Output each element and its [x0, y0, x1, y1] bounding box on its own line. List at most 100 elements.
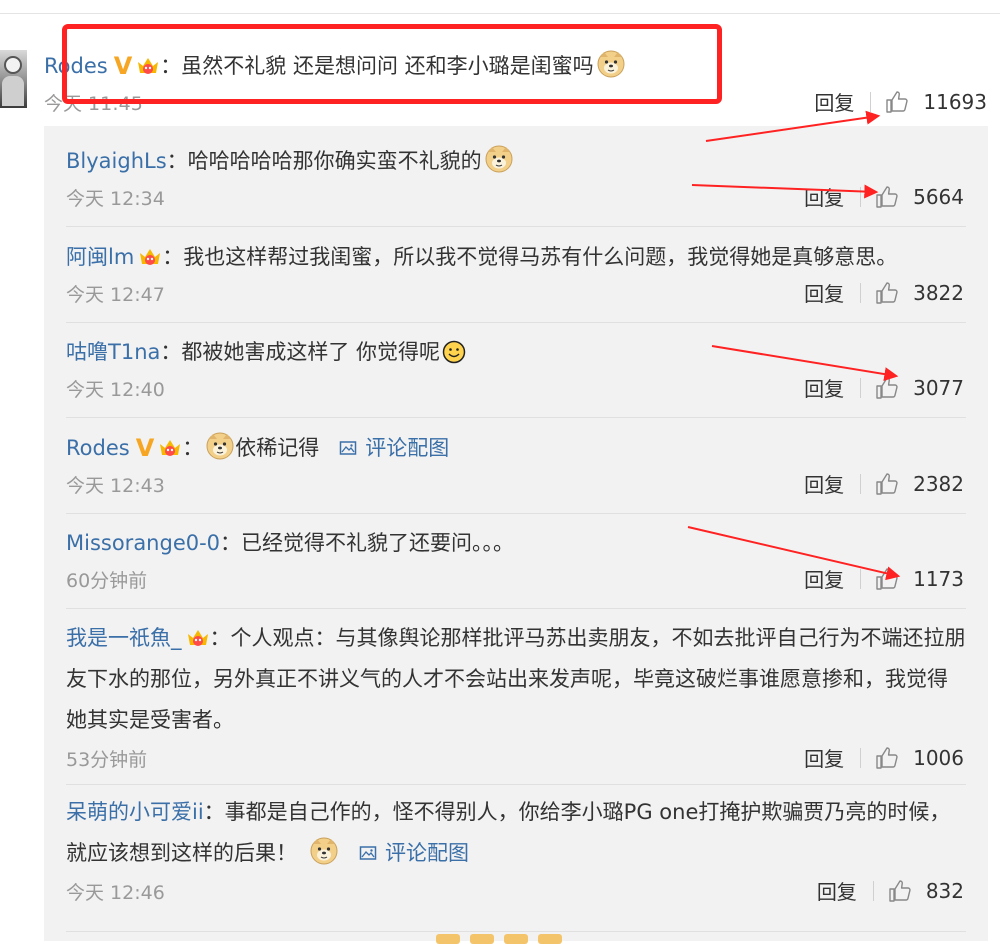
- action-divider: [860, 568, 862, 589]
- action-divider: [860, 747, 862, 768]
- comment-line: 咕噜T1na：都被她害成这样了 你觉得呢: [66, 333, 966, 371]
- timestamp: 今天 12:40: [66, 379, 165, 401]
- comment-text: ：都被她害成这样了 你觉得呢: [160, 340, 441, 364]
- comment-actions: 回复 1173: [804, 564, 964, 593]
- comment-text: ：: [182, 436, 204, 460]
- comment-actions: 回复 2382: [804, 469, 964, 498]
- thumbs-up-icon[interactable]: [875, 472, 899, 496]
- comment-meta: 今天 12:46 回复 832: [66, 874, 966, 910]
- comment-actions: 回复 3822: [804, 278, 964, 307]
- highlight-box-annotation: [62, 24, 722, 104]
- reply-divider: [66, 931, 966, 932]
- like-count: 2382: [913, 471, 964, 496]
- avatar[interactable]: [0, 50, 27, 108]
- comment-actions: 回复 1006: [804, 743, 964, 772]
- crown-icon: [158, 435, 182, 459]
- crown-icon: [186, 625, 210, 649]
- thumbs-up-icon[interactable]: [875, 746, 899, 770]
- like-count: 3822: [913, 280, 964, 305]
- top-divider: [0, 13, 1000, 14]
- action-divider: [860, 473, 862, 494]
- comment-meta: 今天 12:47 回复 3822: [66, 276, 966, 312]
- comment-line: 我是一祇魚_ ：个人观点：与其像舆论那样批评马苏出卖朋友，不如去批评自己行为不端还…: [66, 618, 966, 741]
- reply-item: BlyaighLs：哈哈哈哈哈那你确实蛮不礼貌的 今天 12:34 回复 566…: [66, 142, 966, 216]
- reply-divider: [66, 784, 966, 785]
- timestamp: 60分钟前: [66, 570, 148, 592]
- reply-button[interactable]: 回复: [804, 743, 844, 772]
- thumbs-up-icon[interactable]: [885, 90, 909, 114]
- like-count: 3077: [913, 375, 964, 400]
- comment-actions: 回复 5664: [804, 182, 964, 211]
- action-divider: [870, 91, 872, 112]
- username-link[interactable]: Rodes: [66, 436, 130, 460]
- comment-line: 阿闽lm ：我也这样帮过我闺蜜，所以我不觉得马苏有什么问题，我觉得她是真够意思。: [66, 238, 966, 276]
- emoji-row-partial: [436, 934, 562, 944]
- reply-divider: [66, 417, 966, 418]
- reply-button[interactable]: 回复: [814, 87, 854, 116]
- username-link[interactable]: 呆萌的小可爱ii: [66, 800, 204, 824]
- reply-button[interactable]: 回复: [804, 182, 844, 211]
- reply-button[interactable]: 回复: [804, 564, 844, 593]
- comment-meta: 60分钟前 回复 1173: [66, 562, 966, 598]
- reply-button[interactable]: 回复: [817, 876, 857, 905]
- comment-image-link[interactable]: 评论配图: [359, 841, 469, 865]
- like-count: 1006: [913, 745, 964, 770]
- reply-button[interactable]: 回复: [804, 373, 844, 402]
- comment-image-link[interactable]: 评论配图: [339, 436, 449, 460]
- comment-text: ：我也这样帮过我闺蜜，所以我不觉得马苏有什么问题，我觉得她是真够意思。: [162, 245, 898, 269]
- comment-text: ：已经觉得不礼貌了还要问。。。: [220, 531, 515, 555]
- action-divider: [860, 377, 862, 398]
- comment-line: Missorange0-0：已经觉得不礼貌了还要问。。。: [66, 524, 966, 562]
- reply-divider: [66, 322, 966, 323]
- timestamp: 今天 12:43: [66, 475, 165, 497]
- avatar-body: [2, 76, 24, 106]
- comment-text-after: 依稀记得: [235, 436, 320, 460]
- reply-item: 阿闽lm ：我也这样帮过我闺蜜，所以我不觉得马苏有什么问题，我觉得她是真够意思。 …: [66, 238, 966, 312]
- reply-item: 我是一祇魚_ ：个人观点：与其像舆论那样批评马苏出卖朋友，不如去批评自己行为不端还…: [66, 618, 966, 777]
- action-divider: [860, 186, 862, 207]
- comment-image-label: 评论配图: [365, 436, 450, 460]
- timestamp: 今天 12:47: [66, 284, 165, 306]
- username-link[interactable]: 阿闽lm: [66, 245, 134, 269]
- action-divider: [860, 282, 862, 303]
- thumbs-up-icon[interactable]: [888, 879, 912, 903]
- comment-actions: 回复 832: [817, 876, 964, 905]
- doge-emoji-icon: [484, 144, 514, 174]
- comment-text: ：哈哈哈哈哈那你确实蛮不礼貌的: [166, 149, 482, 173]
- doge-emoji-icon: [309, 836, 339, 866]
- picture-icon: [359, 844, 377, 862]
- doge-emoji-icon: [205, 431, 235, 461]
- like-count: 1173: [913, 566, 964, 591]
- thumbs-up-icon[interactable]: [875, 567, 899, 591]
- username-link[interactable]: 我是一祇魚_: [66, 626, 182, 650]
- comment-meta: 今天 12:43 回复 2382: [66, 467, 966, 503]
- timestamp: 53分钟前: [66, 749, 148, 771]
- reply-item: 呆萌的小可爱ii：事都是自己作的，怪不得别人，你给李小璐PG one打掩护欺骗贾…: [66, 792, 966, 910]
- reply-item: 咕噜T1na：都被她害成这样了 你觉得呢 今天 12:40 回复 3077: [66, 333, 966, 407]
- username-link[interactable]: BlyaighLs: [66, 149, 167, 173]
- reply-divider: [66, 608, 966, 609]
- comment-line: 呆萌的小可爱ii：事都是自己作的，怪不得别人，你给李小璐PG one打掩护欺骗贾…: [66, 792, 966, 874]
- reply-list: BlyaighLs：哈哈哈哈哈那你确实蛮不礼貌的 今天 12:34 回复 566…: [44, 126, 988, 941]
- action-divider: [872, 880, 874, 901]
- comment-actions: 回复 3077: [804, 373, 964, 402]
- like-count: 832: [925, 878, 964, 903]
- thumbs-up-icon[interactable]: [875, 185, 899, 209]
- thumbs-up-icon[interactable]: [875, 376, 899, 400]
- reply-button[interactable]: 回复: [804, 469, 844, 498]
- smile-emoji-icon: [442, 340, 466, 364]
- like-count: 5664: [913, 184, 964, 209]
- comment-meta: 今天 12:40 回复 3077: [66, 371, 966, 407]
- timestamp: 今天 12:34: [66, 188, 165, 210]
- comment-image-label: 评论配图: [385, 841, 469, 865]
- username-link[interactable]: 咕噜T1na: [66, 340, 160, 364]
- comment-meta: 今天 12:34 回复 5664: [66, 180, 966, 216]
- like-count: 11693: [923, 89, 987, 114]
- username-link[interactable]: Missorange0-0: [66, 531, 220, 555]
- comment-line: Rodes V ： 依稀记得 评论配图: [66, 428, 966, 467]
- reply-button[interactable]: 回复: [804, 278, 844, 307]
- thumbs-up-icon[interactable]: [875, 281, 899, 305]
- reply-item: Missorange0-0：已经觉得不礼貌了还要问。。。 60分钟前 回复 11…: [66, 524, 966, 598]
- reply-item: Rodes V ： 依稀记得 评论配图 今天 12:43 回复 2382: [66, 428, 966, 503]
- reply-divider: [66, 226, 966, 227]
